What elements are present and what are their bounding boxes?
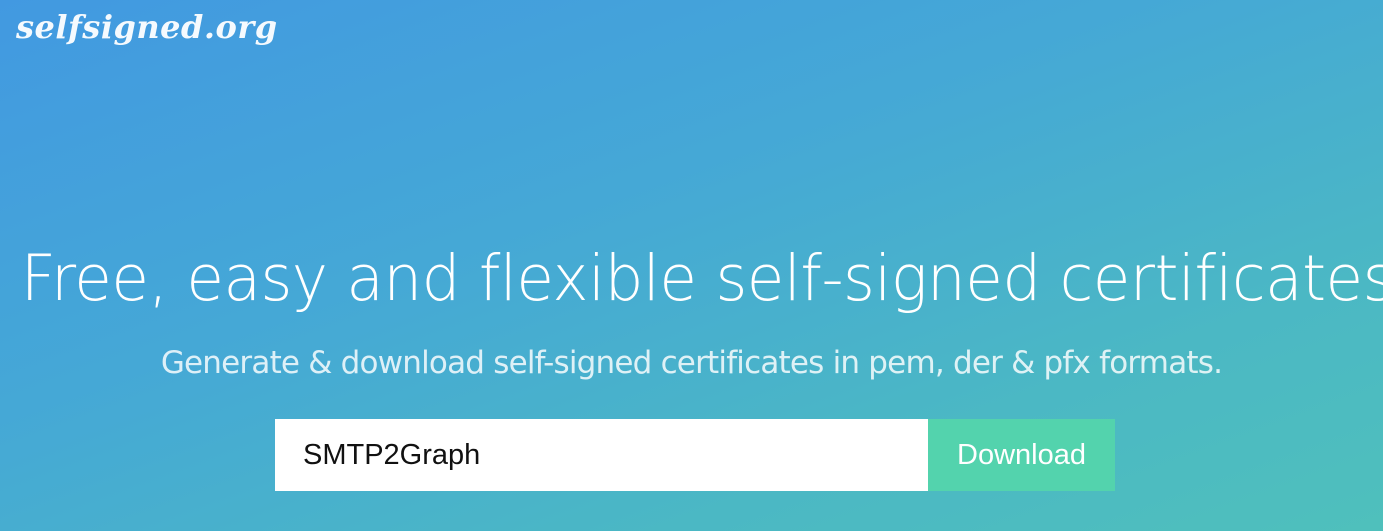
site-logo[interactable]: selfsigned.org (16, 8, 278, 46)
hero-subtitle: Generate & download self-signed certific… (160, 345, 1223, 381)
hero-title: Free, easy and flexible self-signed cert… (20, 242, 1383, 315)
download-button[interactable]: Download (928, 419, 1115, 491)
certificate-form: Download (275, 419, 1115, 491)
domain-name-input[interactable] (275, 419, 928, 491)
